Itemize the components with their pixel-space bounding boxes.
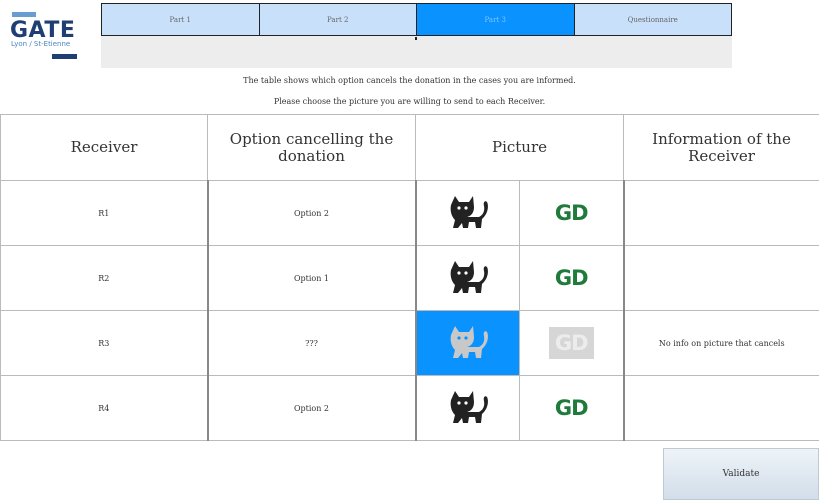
tab-part-2: Part 2: [258, 3, 417, 36]
cat-icon: [450, 261, 488, 293]
option-cell: Option 2: [207, 180, 417, 246]
receiver-cell: R3: [0, 310, 209, 376]
picture-cat-option[interactable]: [415, 375, 520, 441]
tab-questionnaire: Questionnaire: [573, 3, 732, 36]
picture-cat-option[interactable]: [415, 245, 520, 311]
information-cell: [623, 180, 819, 246]
logo-accent-bar: [12, 12, 36, 17]
gd-logo-icon: GD: [554, 201, 589, 225]
instruction-choose-picture: Please choose the picture you are willin…: [273, 97, 546, 106]
receiver-cell: R4: [0, 375, 209, 441]
progress-marker: [415, 37, 417, 40]
receiver-table: Receiver Option cancelling the donation …: [0, 114, 819, 441]
information-cell: No info on picture that cancels: [623, 310, 819, 376]
picture-cat-option[interactable]: [415, 180, 520, 246]
option-cell: ???: [207, 310, 417, 376]
option-cell: Option 2: [207, 375, 417, 441]
picture-gd-option-disabled: GD: [519, 310, 625, 376]
gd-logo-icon: GD: [554, 331, 589, 355]
cat-icon: [450, 326, 488, 358]
header-information: Information of the Receiver: [623, 114, 819, 181]
picture-gd-option[interactable]: GD: [519, 180, 625, 246]
gate-logo: GATE Lyon / St-Etienne: [10, 12, 82, 60]
validate-button[interactable]: Validate: [663, 448, 819, 500]
header-picture: Picture: [415, 114, 624, 181]
information-cell: [623, 245, 819, 311]
table-header-row: Receiver Option cancelling the donation …: [0, 114, 819, 181]
cat-icon: [450, 391, 488, 423]
picture-gd-option[interactable]: GD: [519, 375, 625, 441]
table-row: R2 Option 1 GD: [0, 245, 819, 311]
receiver-cell: R2: [0, 245, 209, 311]
logo-underline-bar: [52, 54, 77, 59]
header-option: Option cancelling the donation: [207, 114, 416, 181]
disabled-picture-box: GD: [548, 327, 594, 359]
tab-part-1: Part 1: [101, 3, 260, 36]
picture-cat-option[interactable]: [415, 310, 520, 376]
table-row: R1 Option 2 GD: [0, 180, 819, 246]
cat-icon: [450, 196, 488, 228]
header-receiver: Receiver: [0, 114, 208, 181]
receiver-cell: R1: [0, 180, 209, 246]
table-row: R3 ??? GD No info on picture that cancel…: [0, 310, 819, 376]
progress-tabs: Part 1 Part 2 Part 3 Questionnaire: [101, 3, 732, 36]
instruction-table-info: The table shows which option cancels the…: [243, 76, 576, 85]
option-cell: Option 1: [207, 245, 417, 311]
tab-part-3: Part 3: [416, 3, 575, 36]
gd-logo-icon: GD: [554, 266, 589, 290]
picture-gd-option[interactable]: GD: [519, 245, 625, 311]
logo-subtitle: Lyon / St-Etienne: [11, 40, 71, 48]
information-cell: [623, 375, 819, 441]
table-row: R4 Option 2 GD: [0, 375, 819, 441]
gd-logo-icon: GD: [554, 396, 589, 420]
progress-track: [101, 36, 732, 68]
